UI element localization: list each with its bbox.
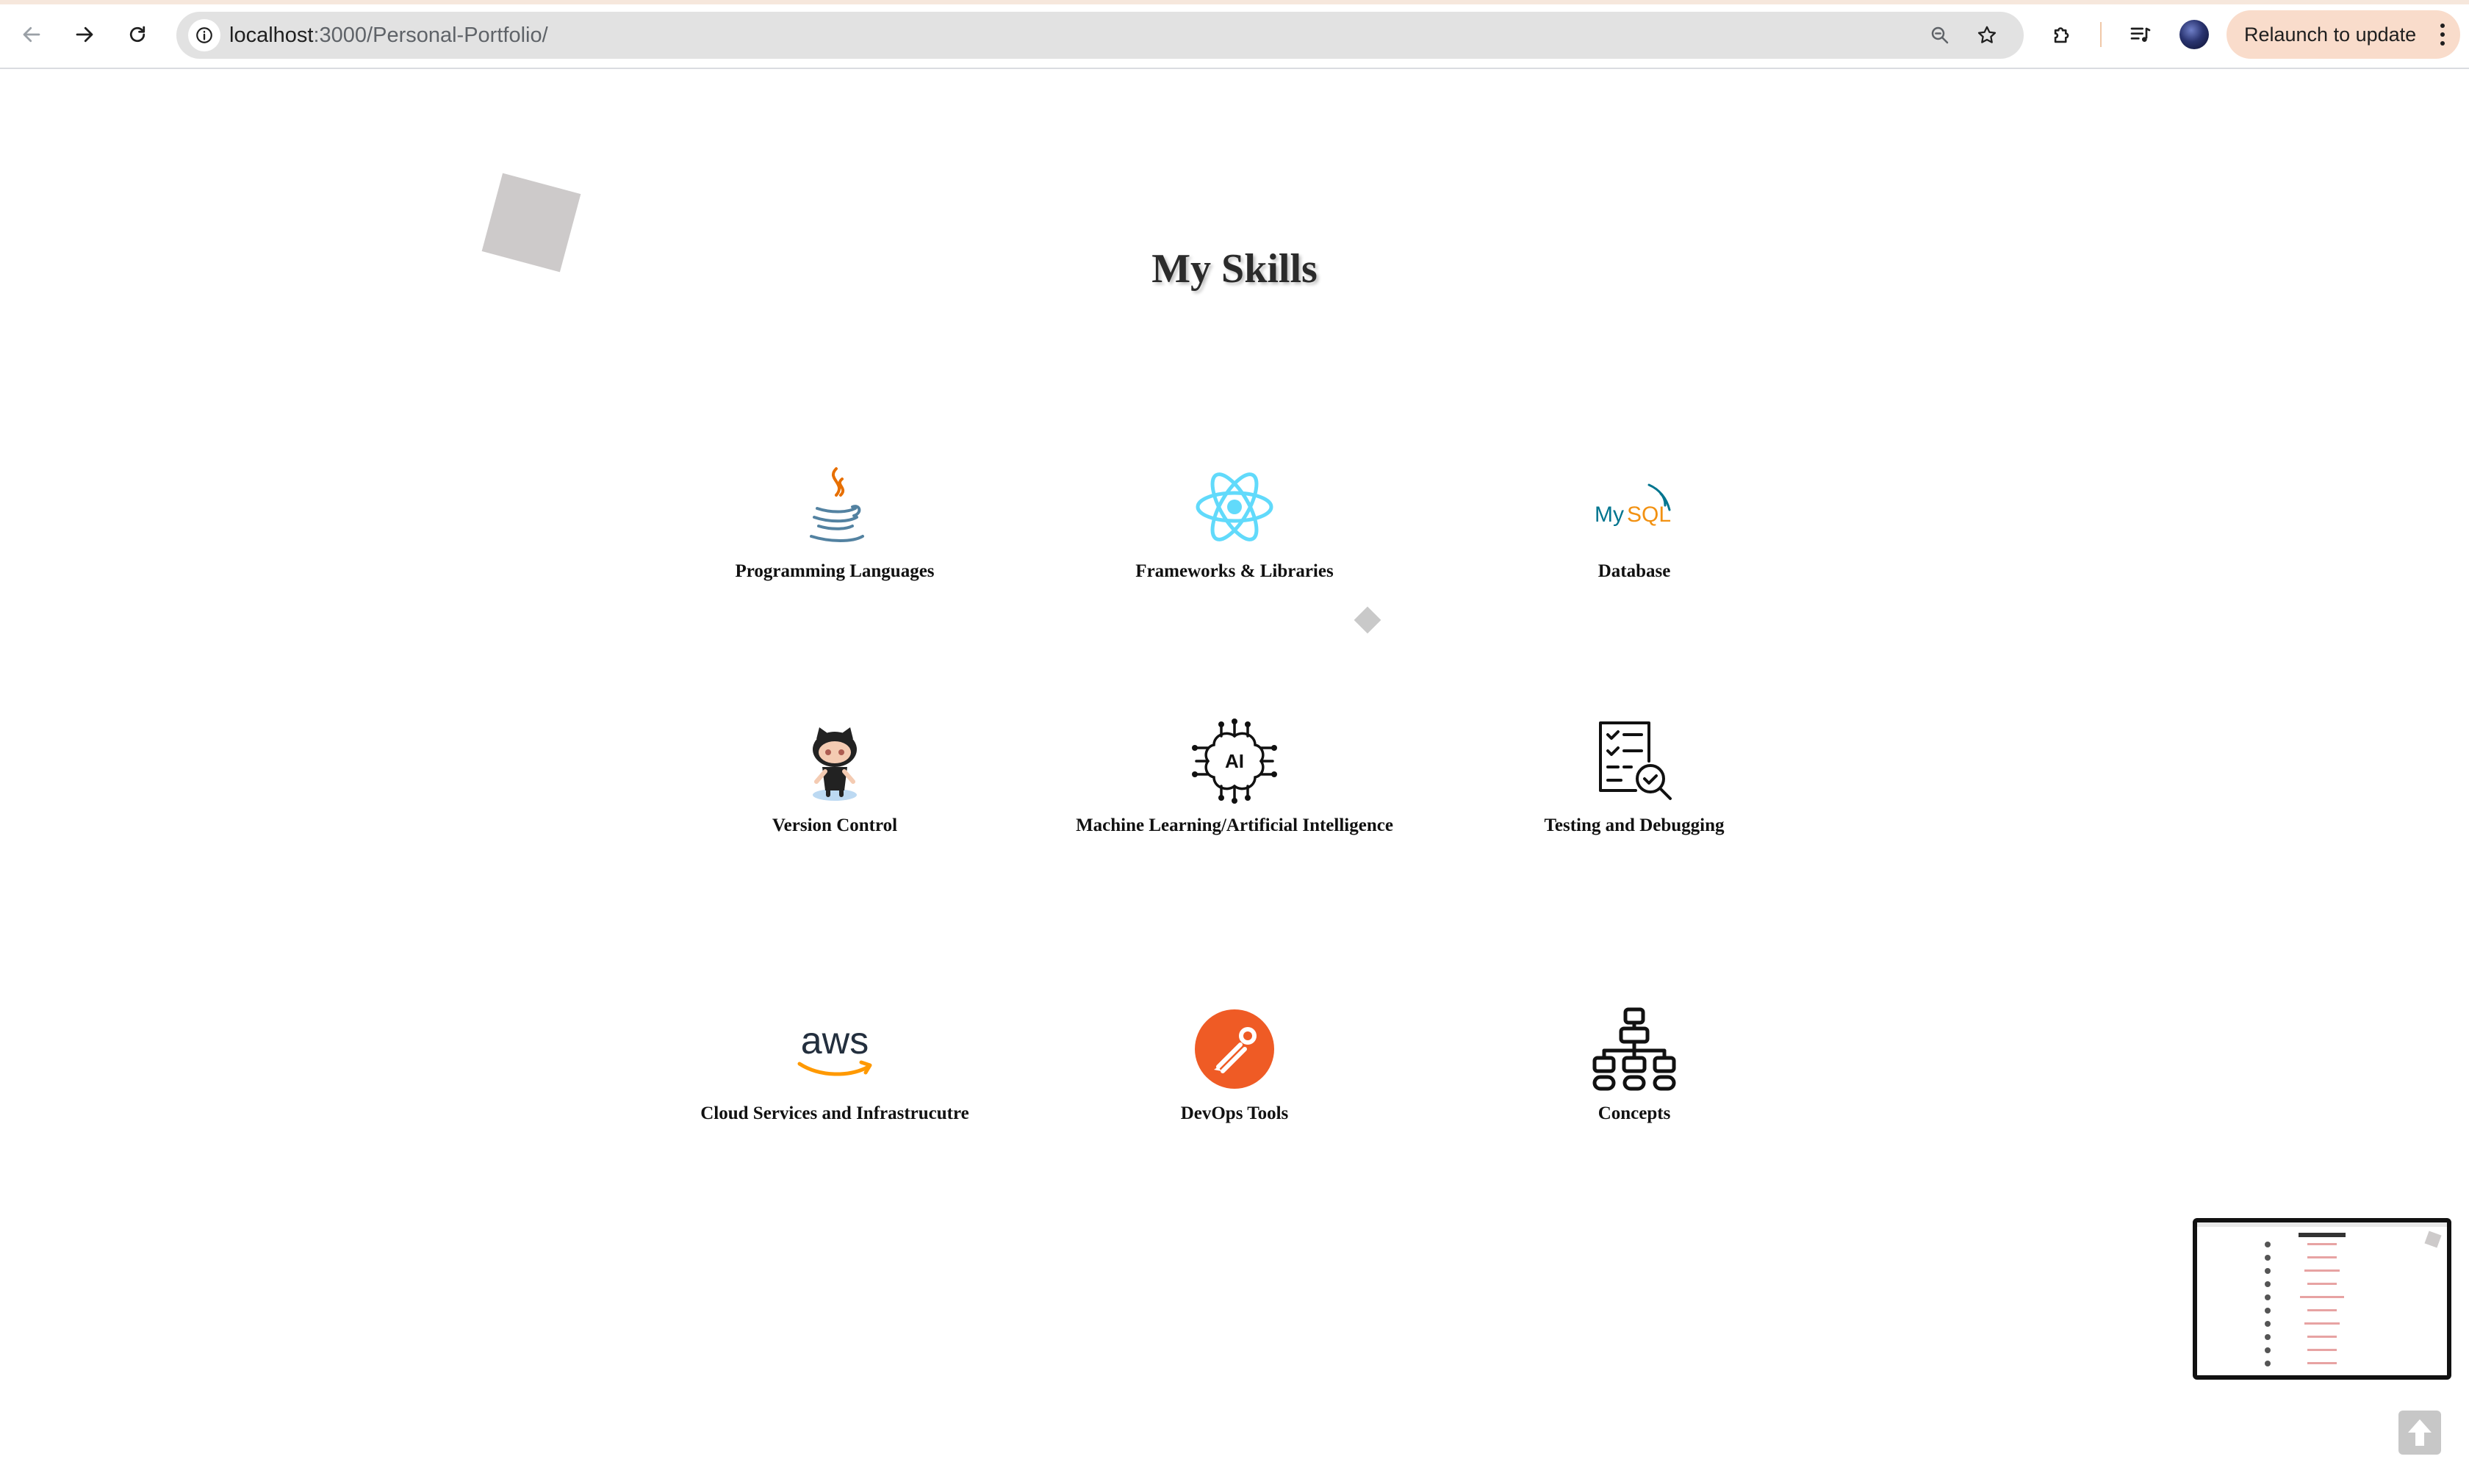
url-text[interactable]: localhost:3000/Personal-Portfolio/ bbox=[229, 12, 548, 59]
scroll-to-top-button[interactable] bbox=[2398, 1411, 2441, 1455]
github-octocat-icon bbox=[791, 717, 879, 805]
relaunch-label: Relaunch to update bbox=[2244, 23, 2417, 46]
skills-page: My Skills Programming Languages Framewor… bbox=[0, 71, 2469, 1484]
skill-version-control[interactable]: Version Control bbox=[629, 717, 1041, 836]
page-title: My Skills bbox=[1151, 246, 1318, 292]
url-host: localhost bbox=[229, 24, 314, 47]
preview-content bbox=[2197, 1222, 2447, 1366]
test-checklist-icon bbox=[1590, 717, 1678, 805]
extensions-icon[interactable] bbox=[2044, 16, 2081, 53]
svg-text:AI: AI bbox=[1225, 750, 1244, 772]
profile-avatar[interactable] bbox=[2179, 20, 2209, 49]
toolbar-separator bbox=[2100, 22, 2102, 47]
svg-text:aws: aws bbox=[801, 1020, 869, 1062]
forward-arrow-icon bbox=[76, 26, 93, 43]
java-icon bbox=[791, 463, 879, 551]
hierarchy-icon bbox=[1590, 1005, 1678, 1093]
skill-label: Concepts bbox=[1598, 1103, 1671, 1123]
skill-database[interactable]: My SQL Database bbox=[1428, 463, 1840, 582]
page-preview-thumbnail[interactable] bbox=[2193, 1218, 2451, 1380]
url-path: :3000/Personal-Portfolio/ bbox=[313, 24, 548, 47]
browser-toolbar: localhost:3000/Personal-Portfolio/ Relau… bbox=[0, 0, 2469, 69]
bookmark-star-icon[interactable] bbox=[1971, 19, 2003, 51]
reload-icon bbox=[129, 26, 145, 43]
arrow-up-icon bbox=[2408, 1419, 2432, 1446]
aws-icon: aws bbox=[791, 1005, 879, 1093]
svg-text:My: My bbox=[1595, 503, 1624, 527]
back-button[interactable] bbox=[13, 16, 50, 53]
decorative-diamond bbox=[1354, 606, 1381, 634]
forward-button[interactable] bbox=[66, 16, 103, 53]
react-icon bbox=[1190, 463, 1279, 551]
skill-label: DevOps Tools bbox=[1180, 1103, 1289, 1123]
skill-testing-debugging[interactable]: Testing and Debugging bbox=[1428, 717, 1840, 836]
skill-machine-learning-ai[interactable]: AI Machine Learning/Artificial Intellige… bbox=[1029, 717, 1440, 836]
skill-label: Programming Languages bbox=[735, 561, 935, 581]
skill-frameworks-libraries[interactable]: Frameworks & Libraries bbox=[1029, 463, 1440, 582]
zoom-icon[interactable] bbox=[1924, 19, 1956, 51]
skill-devops-tools[interactable]: DevOps Tools bbox=[1029, 1005, 1440, 1124]
toolbar-accent-line bbox=[0, 0, 2469, 4]
site-info-icon[interactable] bbox=[188, 19, 220, 51]
skill-cloud-services[interactable]: aws Cloud Services and Infrastrucutre bbox=[629, 1005, 1041, 1124]
mysql-icon: My SQL bbox=[1590, 463, 1678, 551]
ai-brain-icon: AI bbox=[1190, 717, 1279, 805]
reload-button[interactable] bbox=[119, 16, 156, 53]
skill-concepts[interactable]: Concepts bbox=[1428, 1005, 1840, 1124]
postman-icon bbox=[1190, 1005, 1279, 1093]
skill-label: Machine Learning/Artificial Intelligence bbox=[1076, 815, 1393, 835]
skill-label: Frameworks & Libraries bbox=[1135, 561, 1334, 581]
back-arrow-icon bbox=[23, 26, 40, 43]
address-bar[interactable]: localhost:3000/Personal-Portfolio/ bbox=[176, 12, 2024, 59]
media-controls-icon[interactable] bbox=[2122, 16, 2159, 53]
skill-label: Testing and Debugging bbox=[1544, 815, 1725, 835]
skill-programming-languages[interactable]: Programming Languages bbox=[629, 463, 1041, 582]
skill-label: Database bbox=[1598, 561, 1671, 581]
skill-label: Cloud Services and Infrastrucutre bbox=[700, 1103, 969, 1123]
menu-dots-icon[interactable] bbox=[2440, 24, 2445, 46]
skill-label: Version Control bbox=[772, 815, 898, 835]
relaunch-button[interactable]: Relaunch to update bbox=[2227, 10, 2460, 59]
